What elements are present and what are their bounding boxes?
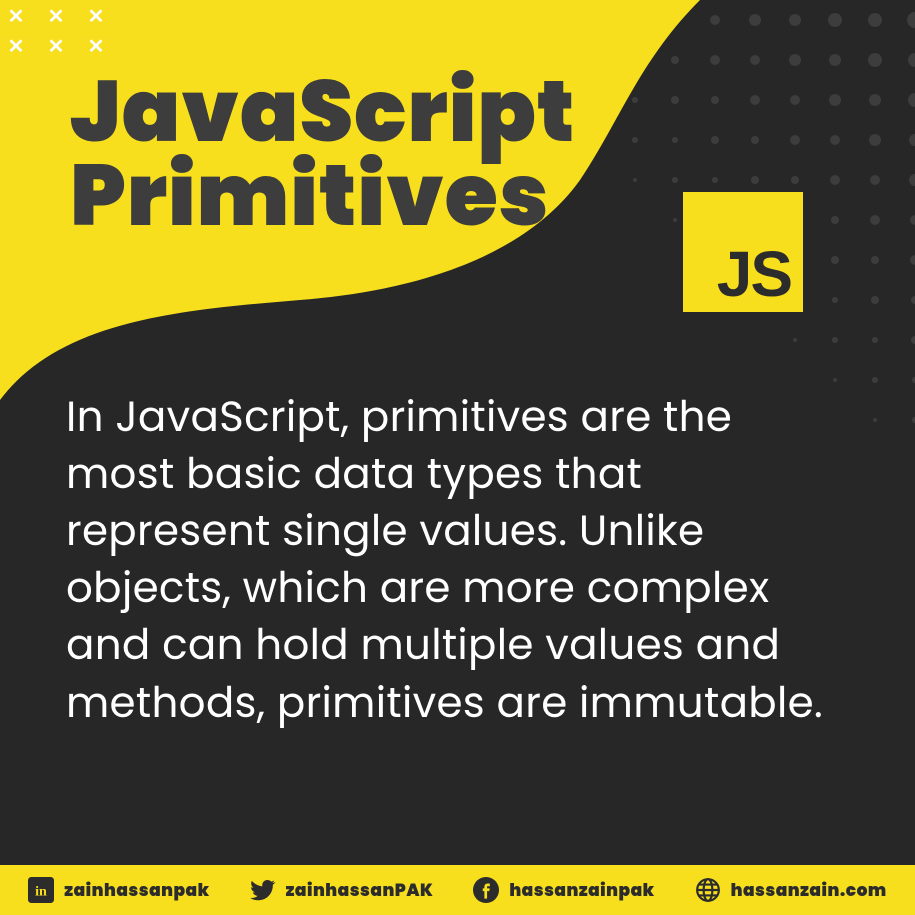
body-text: In JavaScript, primitives are the most b… <box>66 388 849 731</box>
info-card: ✕✕✕ ✕✕✕ JavaScript Primitives JS In Java… <box>0 0 915 915</box>
facebook-link[interactable]: hassanzainpak <box>473 877 654 903</box>
javascript-logo: JS <box>683 192 803 312</box>
svg-text:in: in <box>35 883 47 899</box>
facebook-handle: hassanzainpak <box>509 877 654 903</box>
linkedin-handle: zainhassanpak <box>64 877 209 903</box>
twitter-link[interactable]: zainhassanPAK <box>250 877 434 903</box>
linkedin-icon: in <box>28 877 54 903</box>
website-link[interactable]: hassanzain.com <box>695 877 887 903</box>
linkedin-link[interactable]: in zainhassanpak <box>28 877 209 903</box>
javascript-logo-text: JS <box>717 242 791 306</box>
website-url: hassanzain.com <box>731 877 887 903</box>
page-title: JavaScript Primitives <box>70 70 575 239</box>
facebook-icon <box>473 877 499 903</box>
title-line-2: Primitives <box>70 154 575 238</box>
social-footer: in zainhassanpak zainhassanPAK hassanzai… <box>0 865 915 915</box>
twitter-handle: zainhassanPAK <box>286 877 434 903</box>
globe-icon <box>695 877 721 903</box>
twitter-icon <box>250 877 276 903</box>
